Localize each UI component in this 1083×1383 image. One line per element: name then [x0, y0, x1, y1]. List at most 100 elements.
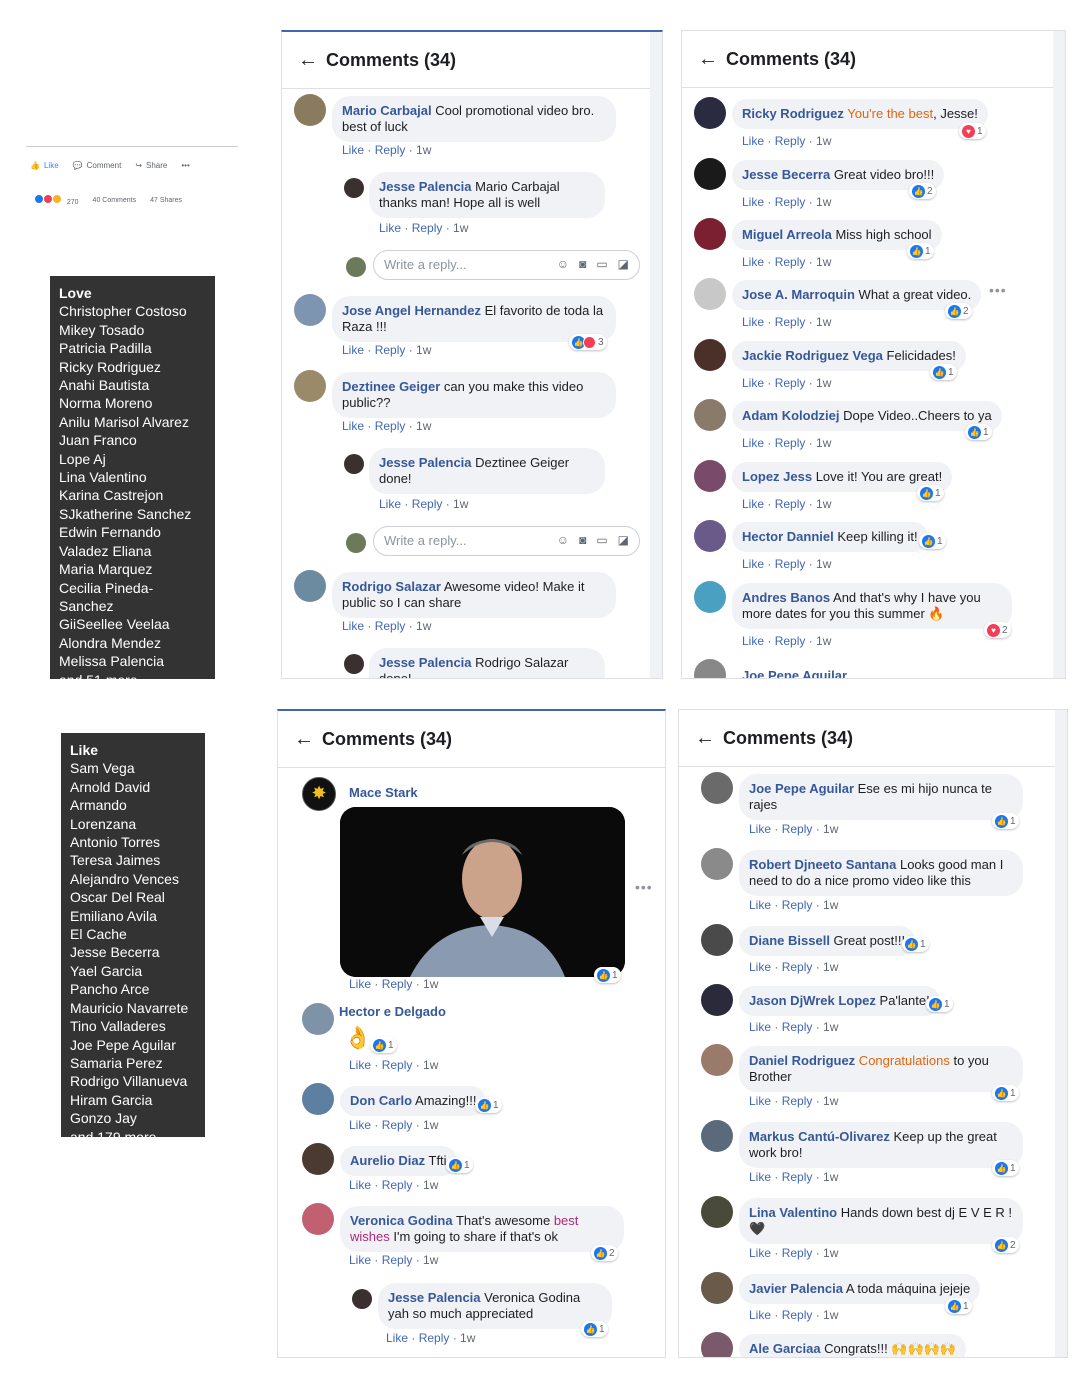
- reply-link[interactable]: Reply: [375, 143, 406, 157]
- avatar[interactable]: [701, 1120, 733, 1152]
- like-link[interactable]: Like: [342, 143, 364, 157]
- reaction-badge[interactable]: 👍 1: [446, 1157, 473, 1173]
- like-link[interactable]: Like: [742, 497, 764, 511]
- reply-link[interactable]: Reply: [782, 1308, 813, 1322]
- avatar[interactable]: [701, 924, 733, 956]
- avatar[interactable]: [694, 460, 726, 492]
- scrollbar[interactable]: [1055, 710, 1067, 1357]
- commenter-name[interactable]: Hector e Delgado: [339, 1004, 446, 1019]
- avatar[interactable]: [694, 581, 726, 613]
- avatar[interactable]: [701, 1196, 733, 1228]
- reply-link[interactable]: Reply: [375, 343, 406, 357]
- commenter-name[interactable]: Hector Danniel: [742, 529, 834, 544]
- camera-icon[interactable]: ◙: [579, 257, 586, 271]
- reply-link[interactable]: Reply: [775, 497, 806, 511]
- avatar[interactable]: [694, 399, 726, 431]
- commenter-name[interactable]: Rodrigo Salazar: [342, 579, 441, 594]
- reply-link[interactable]: Reply: [782, 1170, 813, 1184]
- reply-link[interactable]: Reply: [382, 1118, 413, 1132]
- reaction-badge[interactable]: 👍 1: [992, 813, 1019, 829]
- reaction-badge[interactable]: 👍 1: [902, 936, 929, 952]
- reply-link[interactable]: Reply: [782, 898, 813, 912]
- reaction-badge[interactable]: 👍 1: [930, 364, 957, 380]
- commenter-name[interactable]: Jose A. Marroquin: [742, 287, 855, 302]
- commenter-name[interactable]: Ale Garciaa: [749, 1341, 821, 1356]
- commenter-name[interactable]: Jason DjWrek Lopez: [749, 993, 876, 1008]
- avatar[interactable]: [701, 1332, 733, 1357]
- reaction-badge[interactable]: 👍 1: [965, 424, 992, 440]
- like-link[interactable]: Like: [349, 1178, 371, 1192]
- reply-link[interactable]: Reply: [382, 1253, 413, 1267]
- back-arrow-icon[interactable]: ←: [698, 48, 718, 71]
- reply-link[interactable]: Reply: [412, 221, 443, 235]
- commenter-name[interactable]: Joe Pepe Aguilar: [742, 668, 847, 678]
- like-link[interactable]: Like: [342, 619, 364, 633]
- commenter-name[interactable]: Don Carlo: [350, 1093, 412, 1108]
- like-link[interactable]: Like: [749, 1020, 771, 1034]
- commenter-name[interactable]: Jesse Palencia: [379, 179, 472, 194]
- reply-input[interactable]: Write a reply... ☺ ◙ ▭ ◪: [373, 526, 640, 556]
- more-options-icon[interactable]: •••: [989, 282, 1007, 298]
- reply-link[interactable]: Reply: [775, 195, 806, 209]
- reply-input[interactable]: Write a reply... ☺ ◙ ▭ ◪: [373, 250, 640, 280]
- like-link[interactable]: Like: [742, 315, 764, 329]
- reply-link[interactable]: Reply: [775, 557, 806, 571]
- commenter-name[interactable]: Ricky Rodriguez: [742, 106, 844, 121]
- reply-link[interactable]: Reply: [775, 134, 806, 148]
- avatar[interactable]: [694, 97, 726, 129]
- back-arrow-icon[interactable]: ←: [298, 49, 318, 72]
- reaction-badge[interactable]: 👍 2: [909, 183, 936, 199]
- avatar[interactable]: [302, 1143, 334, 1175]
- reaction-badge[interactable]: 👍 1: [907, 243, 934, 259]
- avatar[interactable]: [701, 1044, 733, 1076]
- gif-icon[interactable]: ▭: [596, 257, 607, 271]
- avatar[interactable]: [694, 278, 726, 310]
- reply-link[interactable]: Reply: [382, 977, 413, 991]
- reply-link[interactable]: Reply: [412, 497, 443, 511]
- reply-link[interactable]: Reply: [782, 822, 813, 836]
- reaction-badge[interactable]: 👍 1: [992, 1085, 1019, 1101]
- like-link[interactable]: Like: [749, 1246, 771, 1260]
- reply-link[interactable]: Reply: [382, 1058, 413, 1072]
- commenter-name[interactable]: Miguel Arreola: [742, 227, 832, 242]
- reaction-badge[interactable]: 👍 1: [475, 1097, 502, 1113]
- avatar[interactable]: [294, 294, 326, 326]
- avatar[interactable]: [302, 1203, 334, 1235]
- avatar[interactable]: [701, 1272, 733, 1304]
- like-link[interactable]: Like: [742, 195, 764, 209]
- commenter-name[interactable]: Aurelio Diaz: [350, 1153, 425, 1168]
- reply-link[interactable]: Reply: [775, 634, 806, 648]
- commenter-name[interactable]: Robert Djneeto Santana: [749, 857, 896, 872]
- scrollbar[interactable]: [650, 32, 662, 678]
- commenter-name[interactable]: Andres Banos: [742, 590, 830, 605]
- avatar[interactable]: [294, 370, 326, 402]
- commenter-name[interactable]: Joe Pepe Aguilar: [749, 781, 854, 796]
- like-button[interactable]: 👍 Like: [30, 161, 59, 170]
- avatar[interactable]: [302, 1083, 334, 1115]
- reaction-badge[interactable]: 👍 2: [591, 1245, 618, 1261]
- back-arrow-icon[interactable]: ←: [294, 728, 314, 751]
- avatar[interactable]: [302, 1003, 334, 1035]
- sticker-icon[interactable]: ◪: [618, 257, 629, 271]
- avatar[interactable]: [344, 654, 364, 674]
- avatar[interactable]: [694, 158, 726, 190]
- commenter-name[interactable]: Javier Palencia: [749, 1281, 843, 1296]
- avatar[interactable]: [701, 772, 733, 804]
- more-options-icon[interactable]: •••: [635, 879, 653, 895]
- like-link[interactable]: Like: [386, 1331, 408, 1345]
- reaction-badge[interactable]: 👍 1: [992, 1160, 1019, 1176]
- commenter-name[interactable]: Lina Valentino: [749, 1205, 837, 1220]
- more-options-button[interactable]: •••: [181, 161, 189, 170]
- commenter-name[interactable]: Mario Carbajal: [342, 103, 432, 118]
- like-link[interactable]: Like: [349, 1058, 371, 1072]
- like-link[interactable]: Like: [742, 436, 764, 450]
- like-link[interactable]: Like: [749, 1308, 771, 1322]
- like-link[interactable]: Like: [742, 255, 764, 269]
- like-link[interactable]: Like: [749, 1094, 771, 1108]
- avatar[interactable]: [701, 984, 733, 1016]
- emoji-icon[interactable]: ☺: [557, 257, 569, 271]
- commenter-name[interactable]: Jesse Becerra: [742, 167, 830, 182]
- commenter-name[interactable]: Mace Stark: [349, 785, 418, 800]
- like-link[interactable]: Like: [379, 497, 401, 511]
- gif-attachment[interactable]: [340, 807, 625, 977]
